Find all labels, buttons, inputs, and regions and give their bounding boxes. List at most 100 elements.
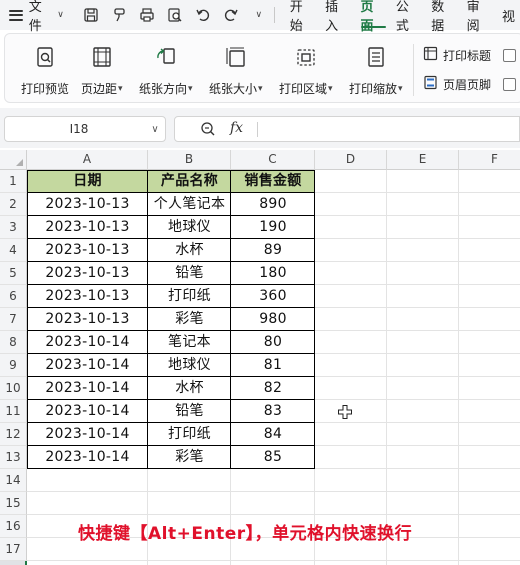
formula-input[interactable]: fx: [174, 116, 520, 142]
row-header[interactable]: 1: [0, 170, 27, 193]
margins-button[interactable]: 页边距 ▾: [81, 44, 123, 97]
column-header-f[interactable]: F: [459, 150, 520, 170]
row-header[interactable]: 15: [0, 492, 27, 515]
table-cell[interactable]: 180: [231, 262, 315, 285]
table-cell[interactable]: 彩笔: [148, 446, 231, 469]
table-cell[interactable]: 83: [231, 400, 315, 423]
row-header[interactable]: 14: [0, 469, 27, 492]
table-cell[interactable]: 水杯: [148, 239, 231, 262]
row-header[interactable]: 5: [0, 262, 27, 285]
table-cell[interactable]: 打印纸: [148, 423, 231, 446]
table-cell[interactable]: 水杯: [148, 377, 231, 400]
print-icon[interactable]: [136, 4, 158, 26]
table-cell[interactable]: 890: [231, 193, 315, 216]
chevron-down-icon[interactable]: ∨: [145, 124, 165, 135]
row-header[interactable]: 17: [0, 538, 27, 561]
redo-icon[interactable]: [220, 4, 242, 26]
zoom-search-icon[interactable]: [199, 120, 217, 142]
fx-icon[interactable]: fx: [230, 120, 243, 136]
column-header-e[interactable]: E: [387, 150, 459, 170]
name-box[interactable]: I18 ∨: [4, 116, 166, 142]
print-preview-quick-icon[interactable]: [164, 4, 186, 26]
table-cell[interactable]: 81: [231, 354, 315, 377]
table-cell[interactable]: 2023-10-14: [27, 446, 148, 469]
column-header-d[interactable]: D: [315, 150, 387, 170]
table-cell[interactable]: 2023-10-14: [27, 377, 148, 400]
table-header-cell[interactable]: 产品名称: [148, 170, 231, 193]
print-preview-button[interactable]: 打印预览: [21, 44, 69, 97]
row-header[interactable]: 18: [0, 561, 27, 565]
table-cell[interactable]: 个人笔记本: [148, 193, 231, 216]
tab-home[interactable]: 开始: [285, 0, 320, 34]
name-box-value: I18: [69, 122, 89, 136]
table-cell[interactable]: 85: [231, 446, 315, 469]
table-cell[interactable]: 2023-10-13: [27, 216, 148, 239]
formula-divider: [257, 122, 258, 137]
tab-page[interactable]: 页面: [356, 0, 391, 34]
file-menu[interactable]: 文件 ∨: [29, 0, 64, 34]
print-scale-button[interactable]: 打印缩放 ▾: [349, 44, 403, 97]
print-titles-checkbox[interactable]: [503, 49, 516, 62]
table-cell[interactable]: 铅笔: [148, 262, 231, 285]
table-cell[interactable]: 铅笔: [148, 400, 231, 423]
table-cell[interactable]: 2023-10-13: [27, 262, 148, 285]
column-header-b[interactable]: B: [148, 150, 231, 170]
table-cell[interactable]: 2023-10-14: [27, 423, 148, 446]
table-cell[interactable]: 84: [231, 423, 315, 446]
tab-view[interactable]: 视: [497, 0, 520, 30]
table-cell[interactable]: 82: [231, 377, 315, 400]
row-header[interactable]: 16: [0, 515, 27, 538]
table-header-cell[interactable]: 销售金额: [231, 170, 315, 193]
header-footer-checkbox[interactable]: [503, 78, 516, 91]
row-header[interactable]: 2: [0, 193, 27, 216]
header-footer-button[interactable]: 页眉页脚: [423, 75, 491, 93]
hamburger-menu-icon[interactable]: [9, 9, 23, 21]
table-cell[interactable]: 彩笔: [148, 308, 231, 331]
table-cell[interactable]: 打印纸: [148, 285, 231, 308]
row-header[interactable]: 10: [0, 377, 27, 400]
table-cell[interactable]: 190: [231, 216, 315, 239]
tab-formulas[interactable]: 公式: [391, 0, 426, 34]
table-cell[interactable]: 89: [231, 239, 315, 262]
table-cell[interactable]: 地球仪: [148, 216, 231, 239]
orientation-button[interactable]: 纸张方向 ▾: [139, 44, 193, 97]
column-header-c[interactable]: C: [231, 150, 315, 170]
tab-insert[interactable]: 插入: [320, 0, 355, 34]
print-area-button[interactable]: 打印区域 ▾: [279, 44, 333, 97]
table-cell[interactable]: 2023-10-14: [27, 400, 148, 423]
table-cell[interactable]: 980: [231, 308, 315, 331]
table-header-cell[interactable]: 日期: [27, 170, 148, 193]
tab-review[interactable]: 审阅: [462, 0, 497, 34]
table-cell[interactable]: 笔记本: [148, 331, 231, 354]
table-cell[interactable]: 2023-10-13: [27, 285, 148, 308]
paper-size-button[interactable]: 纸张大小 ▾: [209, 44, 263, 97]
format-painter-icon[interactable]: [108, 4, 130, 26]
row-header[interactable]: 8: [0, 331, 27, 354]
row-header[interactable]: 13: [0, 446, 27, 469]
row-header[interactable]: 9: [0, 354, 27, 377]
row-header[interactable]: 7: [0, 308, 27, 331]
row-header[interactable]: 11: [0, 400, 27, 423]
cell-select-cursor-icon: [338, 405, 352, 419]
table-cell[interactable]: 2023-10-13: [27, 193, 148, 216]
table-cell[interactable]: 地球仪: [148, 354, 231, 377]
table-cell[interactable]: 2023-10-13: [27, 239, 148, 262]
tab-data[interactable]: 数据: [426, 0, 461, 34]
table-cell[interactable]: 80: [231, 331, 315, 354]
table-cell[interactable]: 2023-10-13: [27, 308, 148, 331]
row-gridline: [27, 514, 520, 515]
print-titles-button[interactable]: 打印标题: [423, 46, 491, 64]
undo-icon[interactable]: [192, 4, 214, 26]
table-cell[interactable]: 2023-10-14: [27, 331, 148, 354]
table-cell[interactable]: 360: [231, 285, 315, 308]
row-header[interactable]: 3: [0, 216, 27, 239]
save-icon[interactable]: [80, 4, 102, 26]
row-header[interactable]: 4: [0, 239, 27, 262]
table-border-h: [27, 238, 315, 239]
quick-access-more-icon[interactable]: ∨: [248, 4, 270, 26]
table-cell[interactable]: 2023-10-14: [27, 354, 148, 377]
select-all-corner[interactable]: [0, 150, 27, 170]
row-header[interactable]: 12: [0, 423, 27, 446]
row-header[interactable]: 6: [0, 285, 27, 308]
column-header-a[interactable]: A: [27, 150, 148, 170]
